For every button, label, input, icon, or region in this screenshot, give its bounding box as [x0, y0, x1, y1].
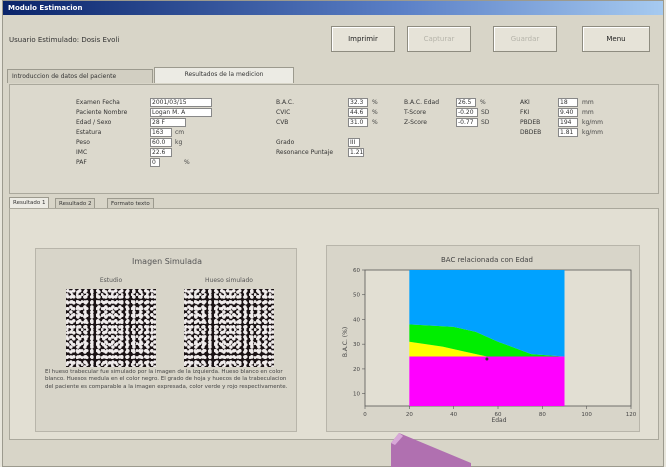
bac-age-chart: BAC relacionada con Edad Edad B.A.C. (%)…: [342, 256, 637, 424]
paf-label: PAF: [76, 159, 87, 166]
pbdeb-field[interactable]: 194: [558, 118, 578, 127]
t-score-unit: SD: [481, 109, 490, 116]
cvb-field[interactable]: 31.0: [348, 118, 368, 127]
cvb-unit: %: [372, 119, 378, 126]
height-field[interactable]: 163: [150, 128, 172, 137]
z-score-unit: SD: [481, 119, 490, 126]
resonance-label: Resonance Puntaje: [276, 149, 334, 156]
age-sex-label: Edad / Sexo: [76, 119, 112, 126]
fki-field[interactable]: 9.40: [558, 108, 578, 117]
bac-age-label: B.A.C. Edad: [404, 99, 440, 106]
image-description: El hueso trabecular fue simulado por la …: [45, 369, 288, 390]
weight-label: Peso: [76, 139, 90, 146]
study-label: Estudio: [99, 277, 123, 284]
exam-date-field[interactable]: 2001/03/15: [150, 98, 212, 107]
aki-field[interactable]: 18: [558, 98, 578, 107]
y-tick-label-30: 30: [353, 342, 360, 348]
x-tick-label-100: 100: [581, 412, 592, 418]
pbdeb-label: PBDEB: [520, 119, 541, 126]
t-score-label: T-Score: [404, 109, 427, 116]
y-tick-label-60: 60: [353, 268, 360, 274]
fki-label: FKI: [520, 109, 530, 116]
t-score-field[interactable]: -0.20: [456, 108, 478, 117]
subtab-result-1[interactable]: Resultado 1: [9, 197, 50, 208]
capture-button[interactable]: Capturar: [407, 26, 471, 52]
x-tick-label-60: 60: [495, 412, 502, 418]
dbdeb-field[interactable]: 1.81: [558, 128, 578, 137]
height-label: Estatura: [76, 129, 102, 136]
y-tick-label-50: 50: [353, 293, 360, 299]
tab-results[interactable]: Resultados de la medicion: [154, 67, 294, 83]
bac-age-field[interactable]: 26.5: [456, 98, 476, 107]
weight-unit: kg: [175, 139, 183, 146]
cvic-label: CVIC: [276, 109, 291, 116]
simulated-image-panel: Imagen Simulada Estudio Hueso simulado: [35, 248, 297, 432]
results-panel: Examen Fecha 2001/03/15 Paciente Nombre …: [9, 84, 659, 194]
tab-patient-data[interactable]: Introduccion de datos del paciente: [7, 69, 153, 83]
x-tick-label-40: 40: [450, 412, 457, 418]
aki-label: AKI: [520, 99, 530, 106]
dbdeb-unit: kg/mm: [582, 129, 603, 136]
imc-label: IMC: [76, 149, 88, 156]
pbdeb-unit: kg/mm: [582, 119, 603, 126]
chart-ylabel: B.A.C. (%): [342, 327, 349, 357]
cvic-field[interactable]: 44.6: [348, 108, 368, 117]
bac-unit: %: [372, 99, 378, 106]
window-title: Modulo Estimacion: [3, 1, 663, 15]
x-tick-label-20: 20: [406, 412, 413, 418]
fki-unit: mm: [582, 109, 594, 116]
resonance-field[interactable]: 1.21: [348, 148, 364, 157]
simulated-image-title: Imagen Simulada: [132, 257, 202, 266]
z-score-label: Z-Score: [404, 119, 427, 126]
grade-field[interactable]: III: [348, 138, 360, 147]
pointer-arrow-graphic: [391, 433, 471, 467]
paf-field[interactable]: 0: [150, 158, 160, 167]
x-tick-label-120: 120: [626, 412, 637, 418]
print-button[interactable]: Imprimir: [331, 26, 395, 52]
menu-button[interactable]: Menu: [582, 26, 650, 52]
x-tick-label-0: 0: [363, 412, 367, 418]
user-info: Usuario Estimulado: Dosis Evoli: [9, 36, 120, 44]
exam-date-label: Examen Fecha: [76, 99, 120, 106]
patient-marker: [485, 357, 489, 361]
chart-panel: BAC relacionada con Edad Edad B.A.C. (%)…: [326, 245, 640, 432]
main-window: Modulo Estimacion Usuario Estimulado: Do…: [2, 0, 664, 467]
dbdeb-label: DBDEB: [520, 129, 542, 136]
chart-xlabel: Edad: [491, 417, 506, 424]
y-tick-label-10: 10: [353, 392, 360, 398]
chart-title: BAC relacionada con Edad: [441, 256, 533, 264]
grade-label: Grado: [276, 139, 295, 146]
patient-name-field[interactable]: Logan M. A: [150, 108, 212, 117]
save-button[interactable]: Guardar: [493, 26, 557, 52]
bac-age-unit: %: [480, 99, 486, 106]
bac-label: B.A.C.: [276, 99, 295, 106]
simulated-bone-image: [184, 289, 274, 367]
simulated-bone-label: Hueso simulado: [205, 277, 253, 284]
study-bone-image: [66, 289, 156, 367]
age-sex-field[interactable]: 28 F: [150, 118, 186, 127]
y-tick-label-20: 20: [353, 367, 360, 373]
band-0: [409, 356, 565, 406]
patient-name-label: Paciente Nombre: [76, 109, 128, 116]
cvb-label: CVB: [276, 119, 289, 126]
height-unit: cm: [175, 129, 185, 136]
cvic-unit: %: [372, 109, 378, 116]
weight-field[interactable]: 60.0: [150, 138, 172, 147]
x-tick-label-80: 80: [539, 412, 546, 418]
z-score-field[interactable]: -0.77: [456, 118, 478, 127]
bac-field[interactable]: 32.3: [348, 98, 368, 107]
y-tick-label-40: 40: [353, 317, 360, 323]
paf-unit: %: [184, 159, 190, 166]
chart-plot-area: 0 20 40 60 80 100 120 10 20 30 40 50 60: [353, 268, 637, 418]
aki-unit: mm: [582, 99, 594, 106]
imc-field[interactable]: 22.6: [150, 148, 172, 157]
